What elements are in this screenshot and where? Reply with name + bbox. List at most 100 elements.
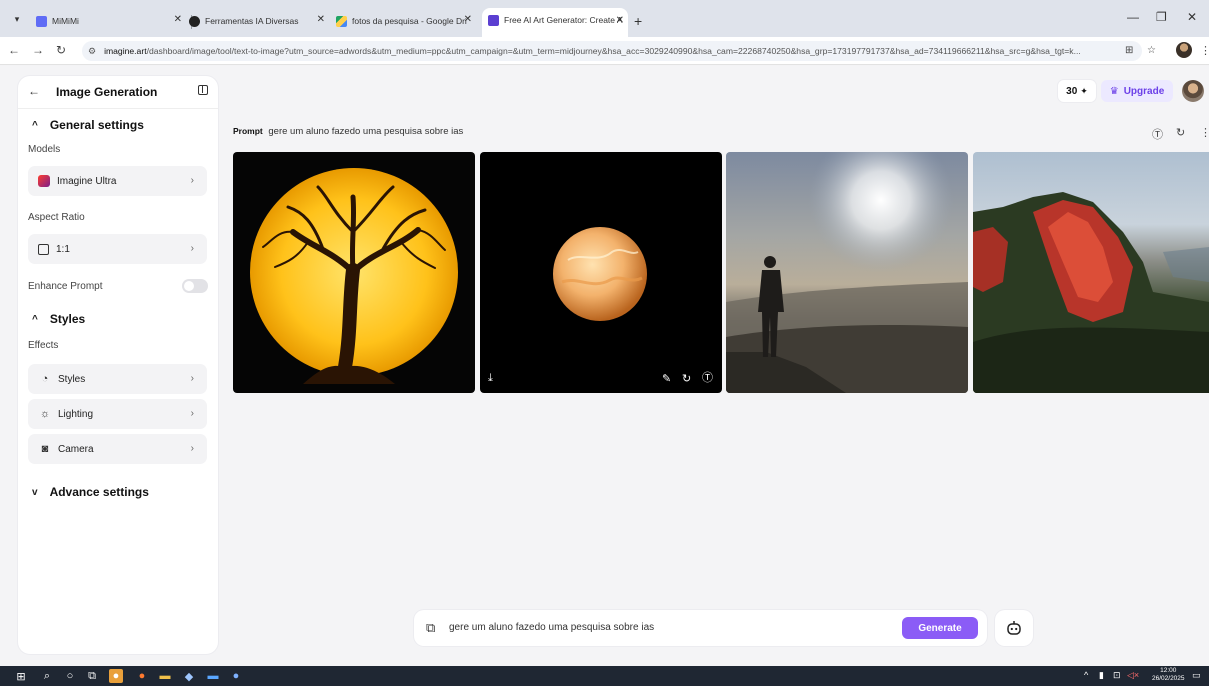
prompt-composer: ⧉ gere um aluno fazedo uma pesquisa sobr… [414,610,987,646]
restore-icon[interactable]: ❐ [1156,10,1167,24]
firefox-icon[interactable]: ● [135,669,149,683]
sidebar-header: ← Image Generation [18,76,218,106]
generate-button[interactable]: Generate [902,617,978,639]
download-icon[interactable]: ⤓ [488,372,493,385]
back-arrow-icon[interactable]: ← [28,84,40,98]
model-thumbnail [38,175,50,187]
generated-image-2[interactable]: ⤓ ✎ ↻ Ⓣ [480,152,722,393]
close-tab-icon[interactable]: ✕ [464,14,472,25]
chevron-down-icon: v [32,486,38,498]
camera-icon: ◙ [41,443,49,455]
windows-taskbar: ⊞ ⌕ ○ ⧉ ● ● ▬ ◆ ▬ ● ^ ▮ ⊡ ◁× 12:00 26/02… [0,666,1209,686]
generated-image-1[interactable] [233,152,475,393]
tray-chevron-up-icon[interactable]: ^ [1084,670,1088,680]
clock-date: 26/02/2025 [1152,675,1185,682]
windows-start-icon[interactable]: ⊞ [14,669,28,683]
assistant-bot-button[interactable] [995,610,1033,646]
camera-effect-selector[interactable]: ◙ Camera › [28,434,207,464]
file-explorer-icon[interactable]: ▬ [158,669,172,683]
image-upload-icon[interactable]: ⧉ [426,620,435,636]
divider [18,108,218,109]
result-prompt: Prompt gere um aluno fazedo uma pesquisa… [233,126,463,137]
sparkle-icon: ✦ [1080,85,1088,96]
model-selector[interactable]: Imagine Ultra › [28,166,207,196]
chevron-up-icon: ^ [32,119,38,131]
reload-icon[interactable]: ↻ [56,43,66,57]
url-path: /dashboard/image/tool/text-to-image?utm_… [146,46,1081,56]
browser-profile-avatar[interactable] [1176,42,1192,58]
mimimi-favicon-icon [36,15,47,27]
styles-section-toggle[interactable]: ^ Styles [32,312,85,326]
mail-icon[interactable]: ▬ [206,669,220,683]
forward-arrow-icon[interactable]: → [32,43,44,57]
new-tab-button[interactable]: + [634,13,642,29]
more-options-icon[interactable]: ⋮ [1200,126,1209,139]
general-settings-toggle[interactable]: ^ General settings [32,118,144,132]
effect-label: Camera [58,443,94,455]
edit-pen-icon[interactable]: ✎ [662,372,671,385]
search-icon[interactable]: ⌕ [40,669,54,683]
tab-mimimi[interactable]: MiMiMi ✕ [36,10,186,32]
sidebar-title: Image Generation [56,85,158,99]
crown-icon: ♛ [1109,85,1119,97]
tab-ferramentas[interactable]: Ferramentas IA Diversas ✕ [189,10,329,32]
effects-label: Effects [28,340,59,351]
tab-title: Ferramentas IA Diversas [205,16,299,26]
address-bar-row: ← → ↻ ⚙ imagine.art/dashboard/image/tool… [0,37,1209,65]
effect-label: Lighting [58,408,94,420]
back-arrow-icon[interactable]: ← [8,43,20,57]
tray-app-icon[interactable]: ▮ [1099,670,1104,681]
generated-image-4[interactable] [973,152,1209,393]
generated-image-3[interactable] [726,152,968,393]
app-icon[interactable]: ◆ [182,669,196,683]
text-prompt-icon[interactable]: Ⓣ [702,369,713,385]
close-window-icon[interactable]: ✕ [1187,10,1197,24]
tab-google-drive[interactable]: fotos da pesquisa - Google Dri ✕ [336,10,476,32]
task-view-icon[interactable]: ⧉ [85,669,99,683]
app-main: ← Image Generation ^ General settings Mo… [0,66,1209,666]
planet-artwork [553,227,647,321]
close-tab-icon[interactable]: ✕ [317,14,325,25]
enhance-prompt-label: Enhance Prompt [28,281,103,292]
bookmark-star-icon[interactable]: ☆ [1147,45,1156,56]
chrome-icon[interactable]: ● [109,669,123,683]
minimize-icon[interactable]: — [1127,10,1139,24]
tab-title: MiMiMi [52,16,79,26]
volume-muted-icon[interactable]: ◁× [1127,670,1139,681]
sidebar-collapse-icon[interactable] [198,85,208,95]
network-icon[interactable]: ⊡ [1113,670,1121,681]
browser-tab-strip: ▾ MiMiMi ✕ Ferramentas IA Diversas ✕ fot… [0,0,1209,37]
user-avatar[interactable] [1182,80,1204,102]
close-tab-icon[interactable]: ✕ [174,14,182,25]
advance-settings-toggle[interactable]: v Advance settings [32,485,149,499]
clock[interactable]: 12:00 26/02/2025 [1152,667,1185,683]
chevron-right-icon: › [190,243,194,254]
enhance-prompt-toggle[interactable] [182,279,208,293]
credits-badge[interactable]: 30 ✦ [1058,80,1096,102]
regenerate-icon[interactable]: ↻ [1176,126,1185,139]
browser-menu-icon[interactable]: ⋮ [1200,44,1209,57]
clock-time: 12:00 [1160,667,1177,674]
close-tab-icon[interactable]: ✕ [616,15,624,26]
tab-imagine-art[interactable]: Free AI Art Generator: Create A ✕ [482,8,628,37]
prompt-input[interactable]: gere um aluno fazedo uma pesquisa sobre … [449,622,654,633]
aspect-ratio-selector[interactable]: 1:1 › [28,234,207,264]
square-ratio-icon [38,243,49,255]
tab-search-button[interactable]: ▾ [8,10,26,28]
credits-count: 30 [1066,85,1078,97]
upgrade-button[interactable]: ♛ Upgrade [1101,80,1173,102]
google-drive-favicon-icon [336,15,347,27]
tab-title: Free AI Art Generator: Create A [504,15,623,25]
cortana-icon[interactable]: ○ [63,669,77,683]
text-prompt-icon[interactable]: Ⓣ [1152,126,1163,142]
regenerate-icon[interactable]: ↻ [682,372,691,385]
chevron-right-icon: › [190,408,194,419]
reader-mode-icon[interactable]: ⊞ [1125,45,1133,56]
site-info-icon[interactable]: ⚙ [88,46,96,57]
app-icon[interactable]: ● [229,669,243,683]
styles-effect-selector[interactable]: ◔ Styles › [28,364,207,394]
notification-icon[interactable]: ▭ [1192,670,1201,681]
lighting-effect-selector[interactable]: ☼ Lighting › [28,399,207,429]
url-bar[interactable]: ⚙ imagine.art/dashboard/image/tool/text-… [82,41,1142,61]
chevron-right-icon: › [190,175,194,186]
